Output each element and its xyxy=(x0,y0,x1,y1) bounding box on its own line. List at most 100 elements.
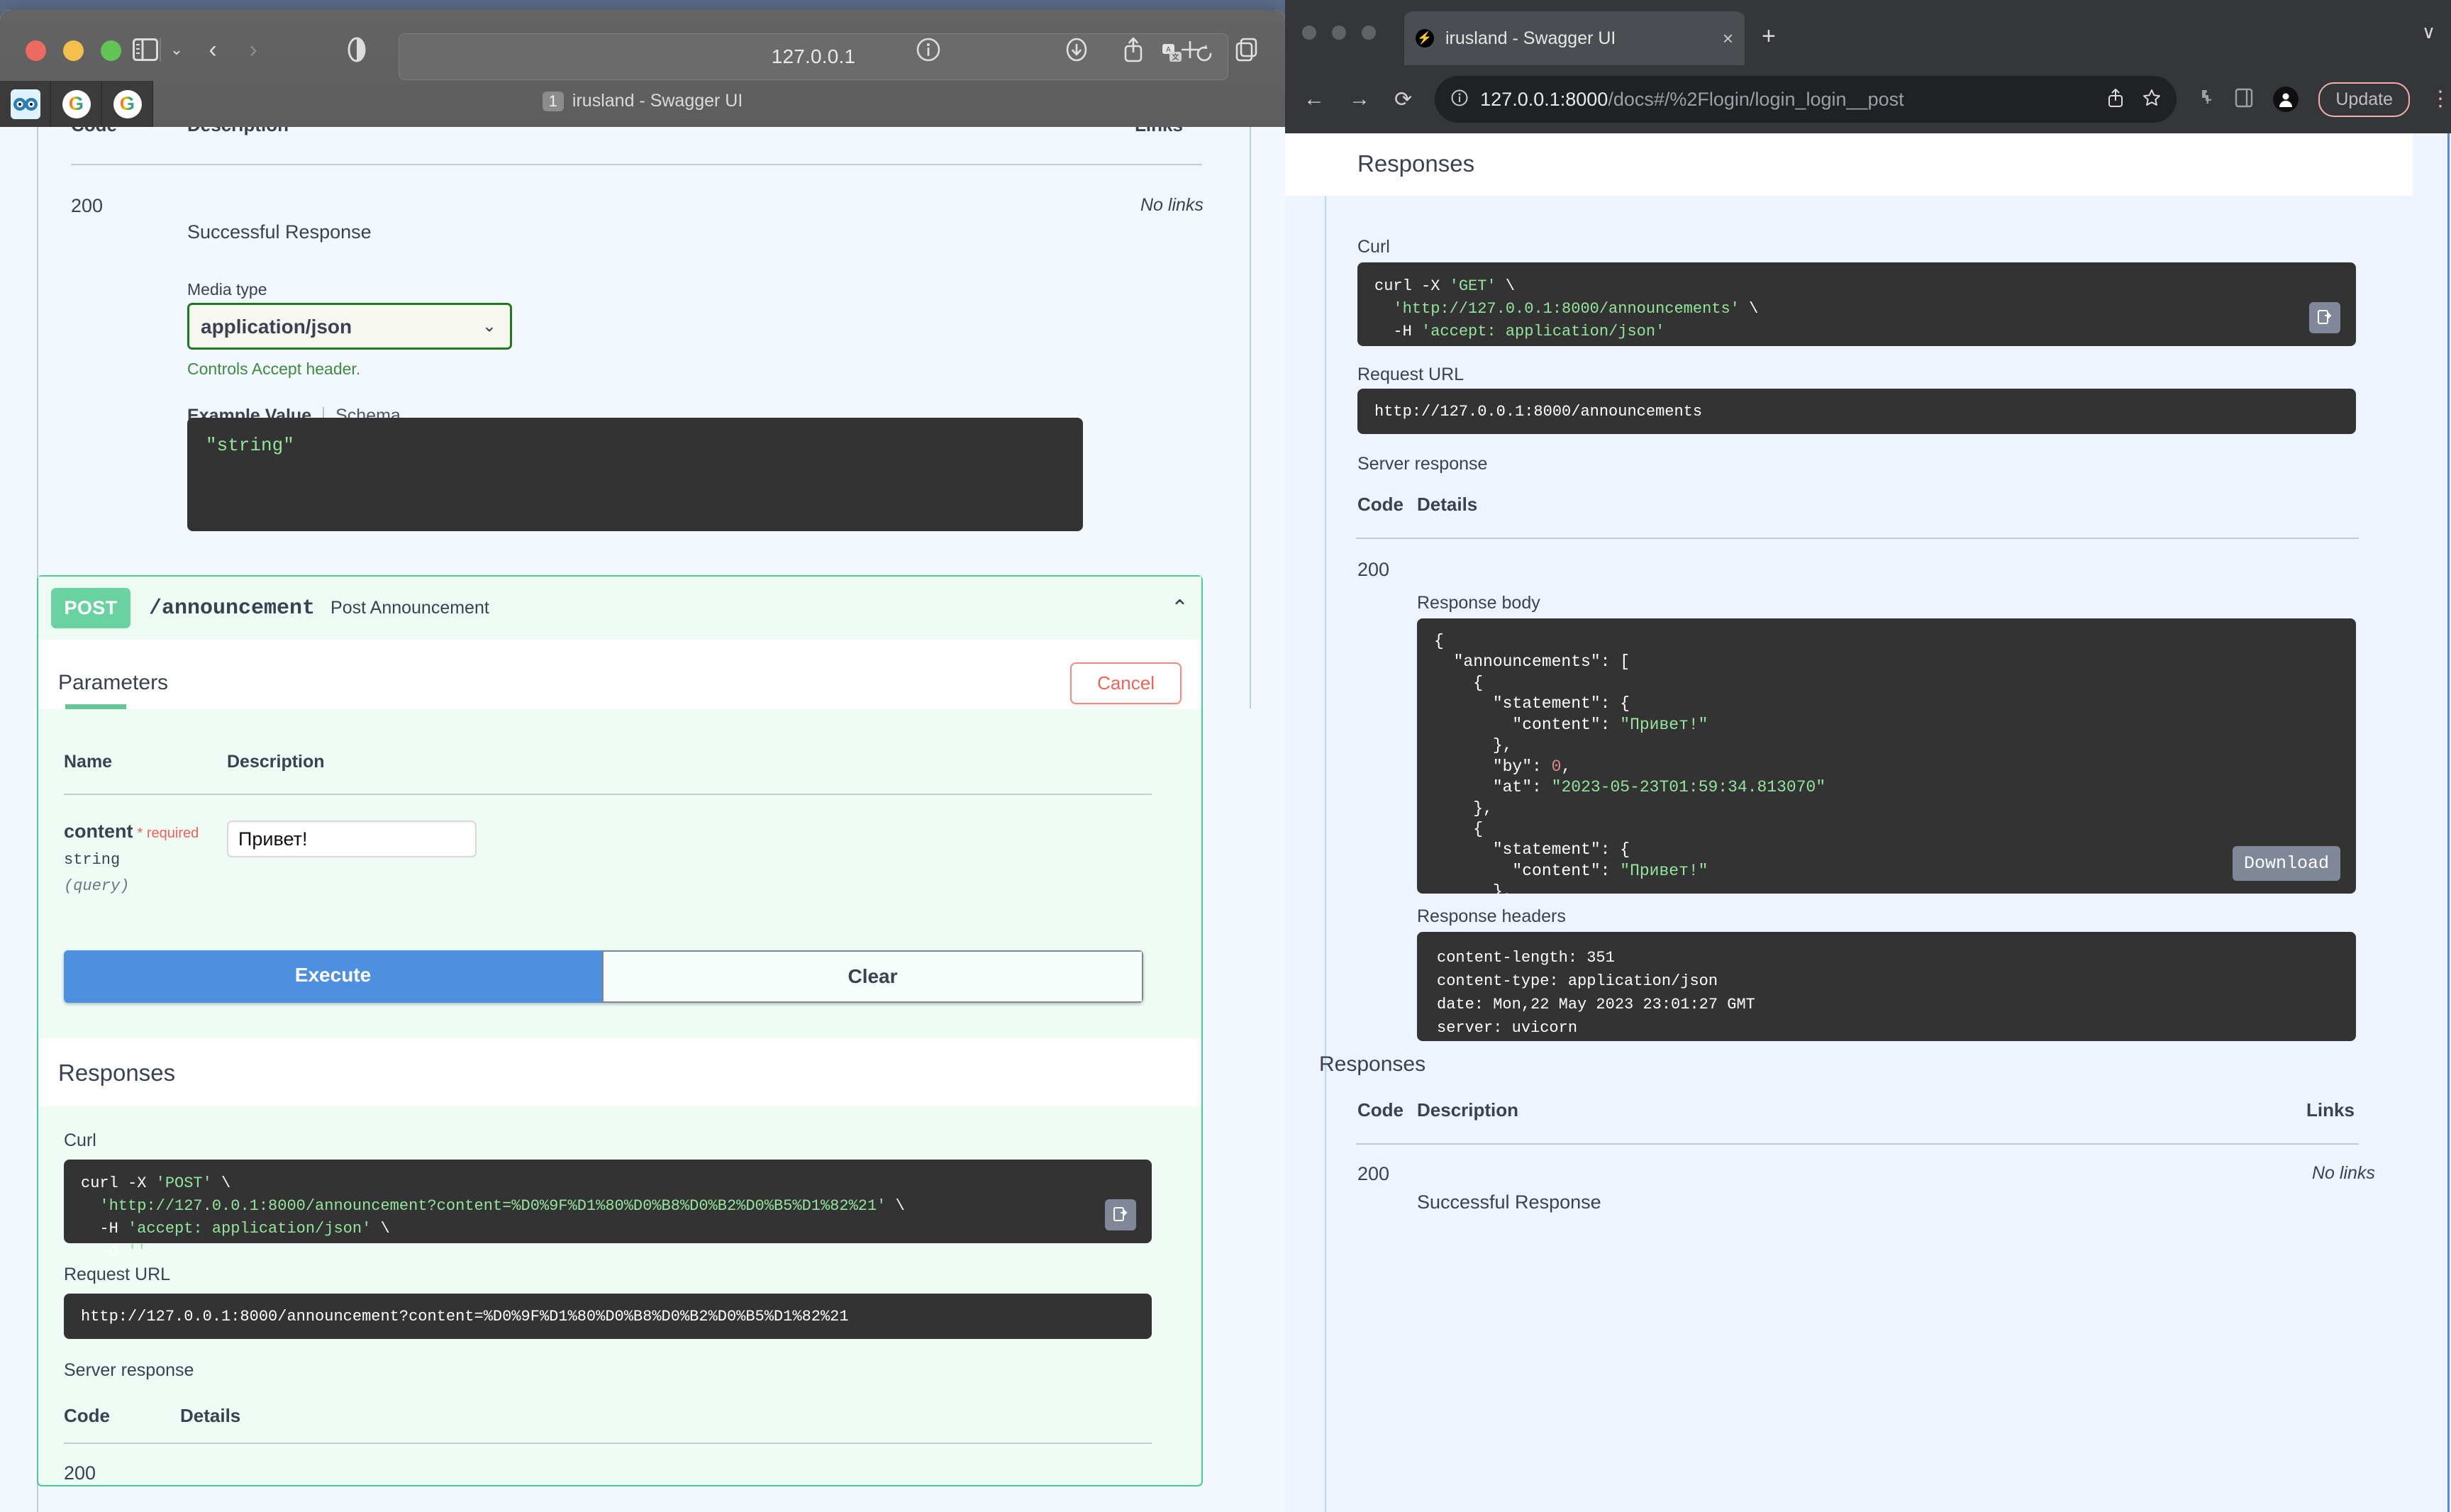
chrome-address-bar[interactable]: 127.0.0.1:8000/docs#/%2Flogin/login_logi… xyxy=(1435,76,2177,123)
response-links: No links xyxy=(1140,195,1204,215)
parameters-title: Parameters xyxy=(58,671,169,694)
response-links: No links xyxy=(2312,1163,2375,1183)
window-controls[interactable] xyxy=(26,40,121,61)
request-url-label: Request URL xyxy=(1357,365,1465,384)
arrow-left-icon[interactable]: ← xyxy=(1304,87,1325,112)
response-headers-box: content-length: 351 content-type: applic… xyxy=(1417,932,2356,1041)
maximize-window-button[interactable] xyxy=(101,40,121,61)
safari-window: ⌄ ‹ › 127.0.0.1 A文 G G 1 irusland - Swag… xyxy=(0,10,1285,1512)
chrome-window-controls[interactable] xyxy=(1302,26,1376,40)
share-icon[interactable] xyxy=(2107,88,2124,111)
responses-header-strip: Responses xyxy=(38,1038,1201,1106)
http-verb-badge: POST xyxy=(51,588,130,628)
chrome-page-content: Responses Curl curl -X 'GET' \ 'http://1… xyxy=(1285,133,2451,1512)
chevron-down-icon[interactable]: ⌄ xyxy=(169,40,184,58)
copy-icon[interactable] xyxy=(2309,302,2340,333)
response-code: 200 xyxy=(1357,1163,1390,1184)
chrome-toolbar-actions: Update ⋮ xyxy=(2195,82,2451,117)
param-col-name: Name xyxy=(64,752,113,772)
close-window-button[interactable] xyxy=(26,40,46,61)
table-divider xyxy=(71,164,1202,165)
chevron-up-icon[interactable]: ⌃ xyxy=(1171,596,1189,621)
response-description: Successful Response xyxy=(187,221,372,243)
server-response-code: 200 xyxy=(64,1462,96,1484)
response-headers-code: content-length: 351 content-type: applic… xyxy=(1437,949,1755,1037)
clear-button[interactable]: Clear xyxy=(602,950,1143,1003)
responses-col-description: Description xyxy=(187,127,289,136)
reader-icon[interactable] xyxy=(348,37,366,62)
desktop-background: ⌄ ‹ › 127.0.0.1 A文 G G 1 irusland - Swag… xyxy=(0,0,2451,1512)
minimize-window-button[interactable] xyxy=(1332,26,1346,40)
param-row: content * required string (query) xyxy=(64,821,1176,895)
server-response-table-head: Code Details xyxy=(64,1405,1176,1427)
copy-icon[interactable] xyxy=(1105,1199,1136,1230)
responses-table-divider xyxy=(1356,1143,2359,1145)
chevron-right-icon[interactable]: › xyxy=(244,35,262,64)
curl-box: curl -X 'GET' \ 'http://127.0.0.1:8000/a… xyxy=(1357,262,2356,346)
plus-icon[interactable] xyxy=(1179,35,1201,64)
response-body-box: { "announcements": [ { "statement": { "c… xyxy=(1417,618,2356,894)
chrome-tabstrip: ⚡ irusland - Swagger UI × + ∨ xyxy=(1285,0,2451,65)
responses-section-title: Responses xyxy=(1319,1052,1426,1076)
param-meta: content * required string (query) xyxy=(64,821,227,895)
request-url-box: http://127.0.0.1:8000/announcements xyxy=(1357,389,2356,434)
share-icon[interactable] xyxy=(1122,35,1145,64)
tab-overview-icon[interactable] xyxy=(1235,35,1258,64)
info-icon[interactable] xyxy=(915,35,942,64)
arrow-right-icon[interactable]: → xyxy=(1349,87,1370,112)
safari-tab-row: G G 1 irusland - Swagger UI xyxy=(0,81,1285,127)
side-panel-icon[interactable] xyxy=(2235,88,2253,111)
content-input[interactable] xyxy=(227,821,477,857)
responses-body: Curl curl -X 'POST' \ 'http://127.0.0.1:… xyxy=(38,1106,1201,1484)
response-body-code: { "announcements": [ { "statement": { "c… xyxy=(1434,632,1826,894)
operation-summary: Post Announcement xyxy=(330,598,489,618)
param-required-label: * required xyxy=(137,826,199,841)
info-circle-icon[interactable] xyxy=(1450,89,1469,111)
safari-page-content: Code Description Links 200 No links Succ… xyxy=(0,127,1285,1512)
url-host: 127.0.0.1:8000 xyxy=(1480,88,1608,110)
controls-accept-note: Controls Accept header. xyxy=(187,360,361,378)
puzzle-icon[interactable] xyxy=(2195,88,2215,111)
download-button[interactable]: Download xyxy=(2232,846,2340,881)
param-input-cell xyxy=(227,821,477,895)
update-button[interactable]: Update xyxy=(2318,82,2410,117)
plus-icon[interactable]: + xyxy=(1762,23,1776,50)
safari-active-tab[interactable]: 1 irusland - Swagger UI xyxy=(0,91,1285,111)
operation-header[interactable]: POST /announcement Post Announcement ⌃ xyxy=(38,577,1201,640)
close-window-button[interactable] xyxy=(1302,26,1316,40)
param-col-description: Description xyxy=(227,752,325,772)
server-col-code: Code xyxy=(64,1405,110,1426)
parameters-body: Name Description content * required strin… xyxy=(38,709,1201,1003)
param-location: (query) xyxy=(64,877,130,895)
chrome-tab-title: irusland - Swagger UI xyxy=(1445,28,1616,48)
star-icon[interactable] xyxy=(2142,89,2161,111)
chrome-tab[interactable]: ⚡ irusland - Swagger UI × xyxy=(1404,11,1745,65)
param-table-header: Name Description xyxy=(64,735,1176,784)
operation-path: /announcement xyxy=(149,596,316,621)
parameters-bar: Parameters Cancel xyxy=(38,640,1201,709)
curl-box: curl -X 'POST' \ 'http://127.0.0.1:8000/… xyxy=(64,1160,1152,1260)
curl-code: curl -X 'POST' \ 'http://127.0.0.1:8000/… xyxy=(81,1174,905,1260)
close-icon[interactable]: × xyxy=(1716,28,1733,50)
cancel-button[interactable]: Cancel xyxy=(1070,662,1182,704)
safari-toolbar: ⌄ ‹ › 127.0.0.1 A文 G G 1 irusland - Swag… xyxy=(0,10,1285,127)
media-type-label: Media type xyxy=(187,280,267,299)
server-col-details: Details xyxy=(180,1405,241,1426)
sidebar-icon[interactable] xyxy=(133,38,158,61)
download-icon[interactable] xyxy=(1065,35,1088,64)
chevron-down-icon[interactable]: ∨ xyxy=(2422,21,2435,43)
page-right-scrollbar[interactable] xyxy=(2447,133,2450,1512)
responses-title: Responses xyxy=(1357,150,1475,177)
server-response-code: 200 xyxy=(1357,559,1390,580)
reload-icon[interactable]: ⟳ xyxy=(1394,87,1412,112)
media-type-select[interactable]: application/json xyxy=(187,303,512,350)
url-path: /docs#/%2Flogin/login_login__post xyxy=(1608,88,1904,110)
profile-avatar-icon[interactable] xyxy=(2273,87,2299,112)
kebab-menu-icon[interactable]: ⋮ xyxy=(2430,89,2451,110)
safari-tab-label: irusland - Swagger UI xyxy=(572,91,743,111)
chevron-left-icon[interactable]: ‹ xyxy=(204,35,222,64)
execute-button[interactable]: Execute xyxy=(64,950,602,1003)
minimize-window-button[interactable] xyxy=(63,40,84,61)
maximize-window-button[interactable] xyxy=(1362,26,1376,40)
irusland-favicon: ⚡ xyxy=(1416,29,1434,48)
